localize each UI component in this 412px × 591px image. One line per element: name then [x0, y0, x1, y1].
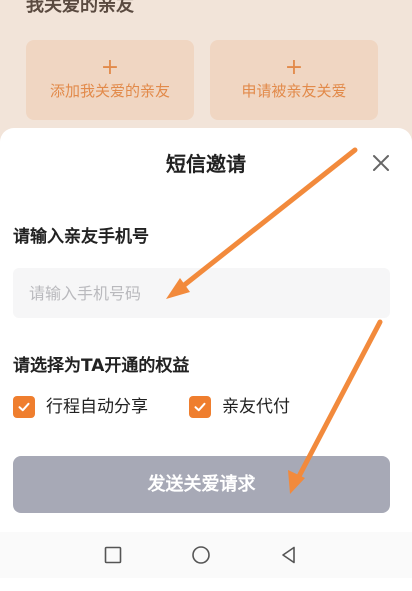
card-label: 申请被亲友关爱 — [241, 82, 347, 100]
card-label: 添加我关爱的亲友 — [49, 82, 170, 100]
triangle-back-icon — [282, 546, 295, 564]
section-title: 我关爱的亲友 — [26, 0, 134, 16]
recent-apps-button[interactable] — [102, 544, 124, 566]
option-label: 亲友代付 — [222, 397, 290, 417]
phone-input[interactable] — [13, 268, 390, 318]
bottom-strip — [0, 578, 412, 591]
sms-invite-sheet: 短信邀请 请输入亲友手机号 请选择为TA开通的权益 行程自动分享 亲友代付 发送… — [0, 128, 412, 538]
rights-label: 请选择为TA开通的权益 — [13, 356, 190, 376]
checkmark-icon — [194, 402, 206, 412]
send-care-request-button[interactable]: 发送关爱请求 — [13, 456, 390, 513]
circle-icon — [192, 546, 210, 564]
option-friend-pay[interactable]: 亲友代付 — [189, 394, 290, 420]
sheet-title: 短信邀请 — [166, 152, 246, 176]
plus-icon: + — [284, 55, 304, 80]
checkbox-checked[interactable] — [13, 396, 35, 418]
back-button[interactable] — [278, 544, 300, 566]
close-icon — [373, 155, 389, 171]
home-button[interactable] — [190, 544, 212, 566]
navigation-bar — [0, 532, 412, 578]
plus-icon: + — [100, 55, 120, 80]
checkmark-icon — [18, 402, 30, 412]
close-button[interactable] — [368, 150, 394, 176]
request-care-card[interactable]: + 申请被亲友关爱 — [210, 40, 378, 120]
phone-label: 请输入亲友手机号 — [13, 227, 149, 247]
checkbox-checked[interactable] — [189, 396, 211, 418]
square-icon — [104, 546, 122, 564]
add-care-friend-card[interactable]: + 添加我关爱的亲友 — [26, 40, 194, 120]
option-trip-share[interactable]: 行程自动分享 — [13, 394, 148, 420]
option-label: 行程自动分享 — [46, 397, 148, 417]
